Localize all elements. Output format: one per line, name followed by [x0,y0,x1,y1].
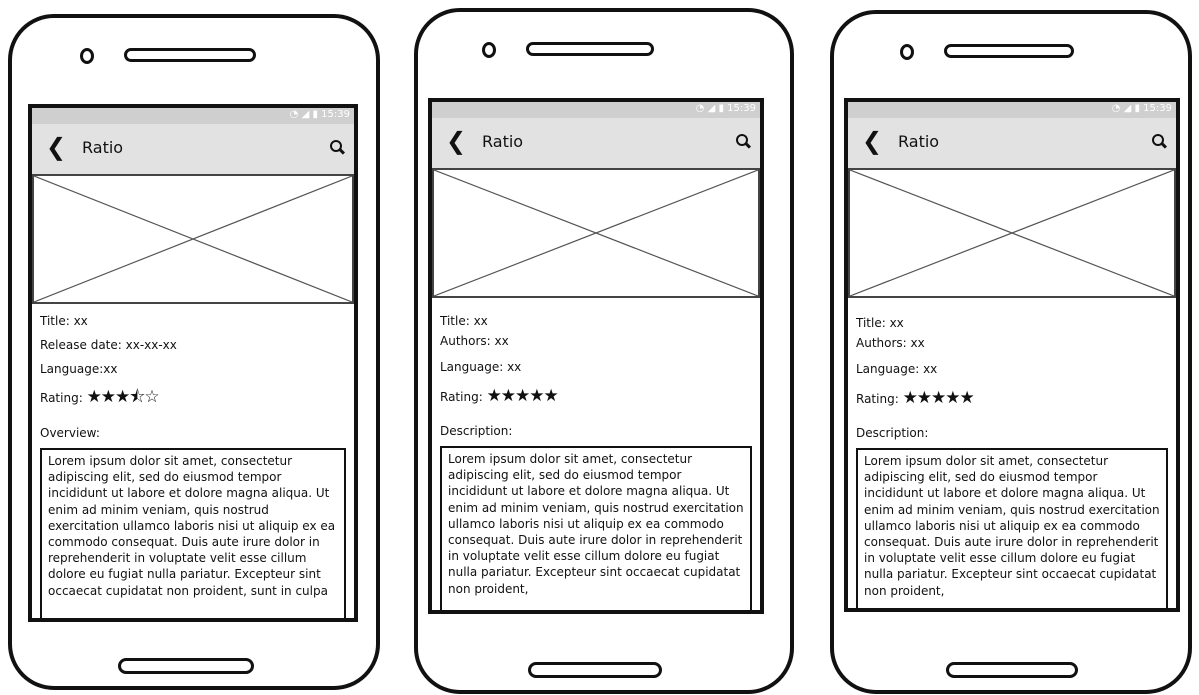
camera-icon [900,44,914,60]
rating-label: Rating: [440,390,483,404]
phone-frame: ◔ ◢ ▮ 15:39 ❮ Ratio Title: xx Authors: x… [830,10,1192,694]
rating-stars: ★★★★★ [486,386,559,406]
signal-icon: ◢ [1123,103,1132,114]
search-icon[interactable] [736,134,748,146]
rating-label: Rating: [40,391,83,405]
image-placeholder [432,168,760,298]
language-field: Language: xx [856,362,938,376]
status-bar: ◔ ◢ ▮ 15:39 [432,102,760,118]
title-field: Title: xx [440,314,488,328]
back-arrow-icon[interactable]: ❮ [862,128,882,154]
screen: ◔ ◢ ▮ 15:39 ❮ Ratio Title: xx Authors: x… [428,98,764,614]
language-field: Language: xx [440,360,522,374]
description-text: Lorem ipsum dolor sit amet, consectetur … [440,446,752,610]
wifi-icon: ◔ [695,103,705,114]
app-bar: ❮ Ratio [848,118,1176,168]
home-button[interactable] [946,662,1078,678]
battery-icon: ▮ [312,109,318,120]
rating-row: Rating: ★★★★★ [440,386,559,406]
status-time: 15:39 [321,109,350,120]
rating-row: Rating: ★★★★★ [856,388,975,408]
app-bar: ❮ Ratio [32,124,354,174]
camera-icon [482,42,496,58]
phone-frame: ◔ ◢ ▮ 15:39 ❮ Ratio Title: xx Release da… [8,14,380,690]
rating-stars: ★★★⯪☆ [86,387,160,407]
app-title: Ratio [898,132,940,151]
speaker-grille [944,44,1074,58]
overview-label: Overview: [40,426,100,440]
screen: ◔ ◢ ▮ 15:39 ❮ Ratio Title: xx Authors: x… [844,98,1180,612]
status-time: 15:39 [727,103,756,114]
camera-icon [80,48,94,64]
search-icon[interactable] [330,140,342,152]
image-placeholder [848,168,1176,298]
back-arrow-icon[interactable]: ❮ [446,128,466,154]
title-field: Title: xx [40,314,88,328]
release-date-field: Release date: xx-xx-xx [40,338,177,352]
rating-stars: ★★★★★ [902,388,975,408]
description-label: Description: [440,424,513,438]
app-title: Ratio [82,138,124,157]
app-title: Ratio [482,132,524,151]
rating-label: Rating: [856,392,899,406]
speaker-grille [526,42,654,56]
wifi-icon: ◔ [1111,103,1121,114]
signal-icon: ◢ [301,109,310,120]
authors-field: Authors: xx [440,334,509,348]
battery-icon: ▮ [1134,103,1140,114]
home-button[interactable] [528,662,662,678]
status-bar: ◔ ◢ ▮ 15:39 [32,108,354,124]
phone-frame: ◔ ◢ ▮ 15:39 ❮ Ratio Title: xx Authors: x… [414,8,794,694]
search-icon[interactable] [1152,134,1164,146]
signal-icon: ◢ [707,103,716,114]
app-bar: ❮ Ratio [432,118,760,168]
status-indicators: ◔ ◢ ▮ 15:39 [1112,103,1172,114]
battery-icon: ▮ [718,103,724,114]
description-text: Lorem ipsum dolor sit amet, consectetur … [856,448,1168,608]
wifi-icon: ◔ [289,109,299,120]
status-time: 15:39 [1143,103,1172,114]
back-arrow-icon[interactable]: ❮ [46,134,66,160]
description-label: Description: [856,426,929,440]
language-field: Language:xx [40,362,118,376]
screen: ◔ ◢ ▮ 15:39 ❮ Ratio Title: xx Release da… [28,104,358,622]
rating-row: Rating: ★★★⯪☆ [40,384,160,413]
speaker-grille [124,48,256,62]
title-field: Title: xx [856,316,904,330]
home-button[interactable] [118,658,254,674]
authors-field: Authors: xx [856,336,925,350]
status-bar: ◔ ◢ ▮ 15:39 [848,102,1176,118]
status-indicators: ◔ ◢ ▮ 15:39 [696,103,756,114]
status-indicators: ◔ ◢ ▮ 15:39 [290,109,350,120]
overview-text: Lorem ipsum dolor sit amet, consectetur … [40,448,346,618]
image-placeholder [32,174,354,304]
